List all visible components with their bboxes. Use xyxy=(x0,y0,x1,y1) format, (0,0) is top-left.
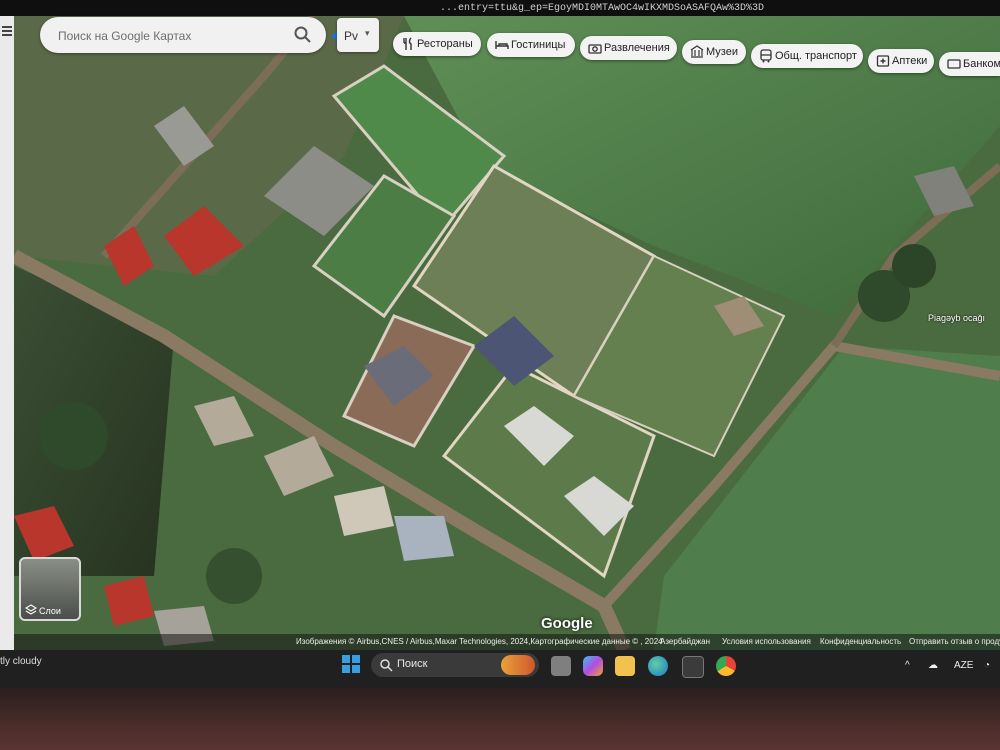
attribution-bar: Изображения © Airbus,CNES / Airbus,Maxar… xyxy=(14,634,1000,650)
google-logo: Google xyxy=(541,615,593,632)
search-highlight-icon xyxy=(501,655,535,675)
chip-hotels[interactable]: Гостиницы xyxy=(487,33,575,57)
language-indicator[interactable]: AZE xyxy=(954,660,973,671)
windows-taskbar: tly cloudy Поиск ^ ☁ AZE ◔ xyxy=(0,650,1000,688)
chrome-browser-icon[interactable] xyxy=(716,656,736,676)
atm-icon xyxy=(947,59,961,69)
task-view-icon[interactable] xyxy=(551,656,571,676)
layers-button[interactable]: Слои xyxy=(19,557,81,621)
chip-transit[interactable]: Общ. транспорт xyxy=(751,44,863,68)
browser-address-bar[interactable]: ...entry=ttu&g_ep=EgoyMDI0MTAwOC4wIKXMDS… xyxy=(0,0,1000,16)
url-text: ...entry=ttu&g_ep=EgoyMDI0MTAwOC4wIKXMDS… xyxy=(440,3,765,14)
chip-restaurants[interactable]: Рестораны xyxy=(393,32,481,56)
store-icon[interactable] xyxy=(682,656,704,678)
search-icon xyxy=(380,659,393,672)
imagery-credit: Изображения © Airbus,CNES / Airbus,Maxar… xyxy=(296,637,663,646)
copilot-icon[interactable] xyxy=(583,656,603,676)
search-icon[interactable] xyxy=(293,25,313,45)
bed-icon xyxy=(495,41,509,49)
layers-icon xyxy=(25,604,37,615)
country-label: Азербайджан xyxy=(660,637,711,646)
taskbar-search-label: Поиск xyxy=(397,658,428,670)
search-box[interactable] xyxy=(40,17,352,53)
pharmacy-icon xyxy=(876,55,890,67)
weather-widget[interactable]: tly cloudy xyxy=(0,656,42,667)
tray-chevron-up-icon[interactable]: ^ xyxy=(905,660,910,671)
bus-icon xyxy=(760,49,772,63)
feedback-link[interactable]: Отправить отзыв о продукте xyxy=(909,637,1000,646)
chip-entertainment[interactable]: Развлечения xyxy=(580,36,677,60)
layers-label: Слои xyxy=(39,606,61,616)
privacy-link[interactable]: Конфиденциальность xyxy=(820,637,901,646)
menu-icon[interactable] xyxy=(2,26,12,38)
wifi-icon[interactable]: ◔ xyxy=(984,660,990,671)
taskbar-search[interactable]: Поиск xyxy=(371,653,539,677)
chevron-down-icon: ▾ xyxy=(365,28,370,38)
left-sidebar[interactable] xyxy=(0,16,14,650)
desk-background xyxy=(0,688,1000,750)
museum-icon xyxy=(690,45,704,58)
cloud-icon[interactable]: ☁ xyxy=(928,660,938,671)
edge-browser-icon[interactable] xyxy=(648,656,668,676)
account-label: Pv xyxy=(344,29,359,43)
chip-museums[interactable]: Музеи xyxy=(682,40,746,64)
place-label[interactable]: Piagəyb ocağı xyxy=(928,313,985,323)
file-explorer-icon[interactable] xyxy=(615,656,635,676)
windows-start-icon[interactable] xyxy=(341,654,361,674)
search-input[interactable] xyxy=(56,26,250,46)
satellite-imagery xyxy=(14,16,1000,650)
chip-pharmacies[interactable]: Аптеки xyxy=(868,49,934,73)
camera-icon xyxy=(588,44,602,54)
fork-knife-icon xyxy=(403,37,412,50)
terms-link[interactable]: Условия использования xyxy=(722,637,811,646)
satellite-map[interactable]: Piagəyb ocağı xyxy=(14,16,1000,650)
account-button[interactable]: Pv ▾ xyxy=(337,18,379,52)
chip-atm[interactable]: Банкоматы xyxy=(939,52,1000,76)
